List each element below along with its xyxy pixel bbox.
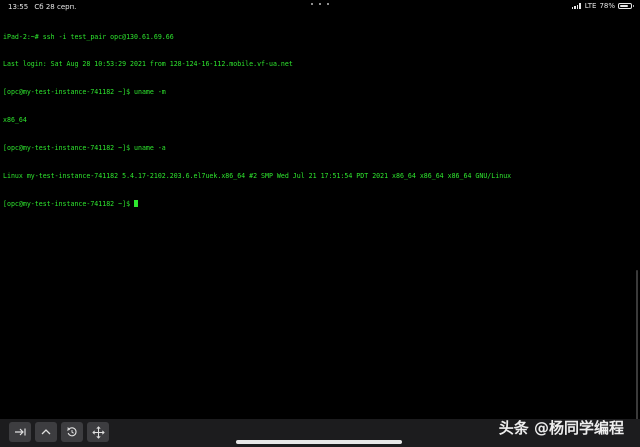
terminal-line: iPad-2:~# ssh -i test_pair opc@130.61.69… — [3, 32, 174, 41]
status-time: 13:55 — [8, 3, 29, 11]
battery-fill — [620, 5, 628, 7]
network-type: LTE — [584, 2, 597, 10]
battery-icon — [618, 3, 634, 9]
terminal-prompt: [opc@my-test-instance-741182 ~]$ — [3, 199, 135, 208]
tab-key-button[interactable] — [9, 422, 31, 442]
status-bar: 13:55 Сб 28 серп. LTE 78% — [0, 0, 640, 13]
move-cursor-button[interactable] — [87, 422, 109, 442]
terminal-line: Last login: Sat Aug 28 10:53:29 2021 fro… — [3, 60, 293, 69]
status-date: Сб 28 серп. — [34, 3, 77, 11]
cellular-signal-icon — [571, 3, 582, 9]
terminal-prompt-line[interactable]: [opc@my-test-instance-741182 ~]$ — [3, 199, 635, 209]
dot-icon — [319, 3, 321, 5]
dot-icon — [327, 3, 329, 5]
terminal-line: [opc@my-test-instance-741182 ~]$ uname -… — [3, 144, 166, 153]
terminal-output[interactable]: iPad-2:~# ssh -i test_pair opc@130.61.69… — [3, 14, 635, 219]
home-indicator[interactable] — [236, 440, 402, 444]
dot-icon — [311, 3, 313, 5]
watermark: 头条 @杨同学编程 — [498, 419, 624, 437]
terminal-line: x86_64 — [3, 116, 27, 125]
tab-arrow-icon — [15, 428, 26, 436]
history-button[interactable] — [61, 422, 83, 442]
history-icon — [66, 427, 77, 437]
multitasking-dots[interactable] — [311, 3, 329, 5]
status-indicators: LTE 78% — [571, 2, 634, 10]
battery-percent: 78% — [599, 2, 615, 10]
status-time-date: 13:55 Сб 28 серп. — [8, 3, 76, 11]
terminal-line: [opc@my-test-instance-741182 ~]$ uname -… — [3, 88, 166, 97]
terminal-line: Linux my-test-instance-741182 5.4.17-210… — [3, 172, 512, 181]
move-arrows-icon — [91, 425, 105, 439]
control-key-button[interactable] — [35, 422, 57, 442]
text-cursor — [134, 199, 139, 207]
terminal-scrollbar[interactable] — [636, 270, 638, 420]
caret-up-icon — [41, 429, 51, 435]
